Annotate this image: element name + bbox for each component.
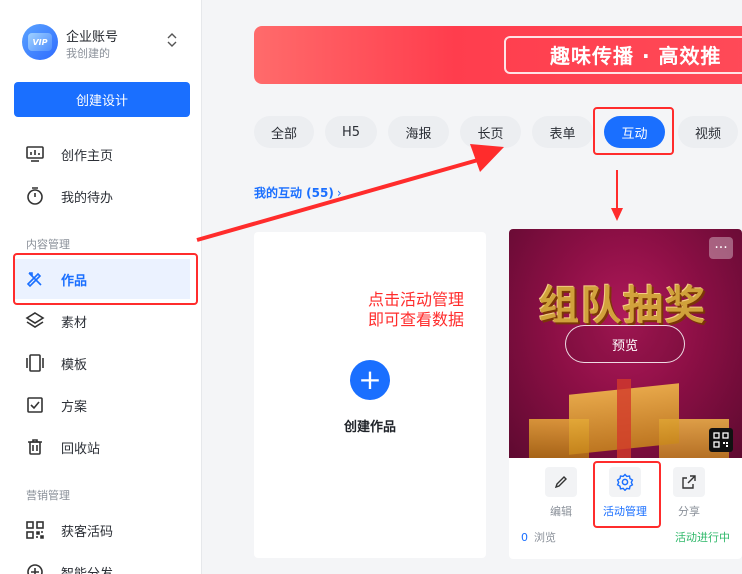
- sidebar: VIP 企业账号 我创建的 创建设计 创作主页 我的待办 内容管理 作品 素材 …: [0, 0, 202, 574]
- sidebar-item-label: 作品: [61, 273, 88, 289]
- cover-title: 组队抽奖: [539, 283, 707, 329]
- account-switcher[interactable]: VIP 企业账号 我创建的: [22, 24, 192, 62]
- sidebar-item-label: 获客活码: [61, 524, 114, 540]
- share-label: 分享: [678, 505, 700, 518]
- dashboard-icon: [24, 143, 46, 165]
- views-label: 浏览: [534, 531, 556, 544]
- qrcode-icon: [24, 519, 46, 541]
- promo-banner[interactable]: 趣味传播 · 高效推: [254, 26, 742, 84]
- timer-icon: [24, 185, 46, 207]
- app-root: VIP 企业账号 我创建的 创建设计 创作主页 我的待办 内容管理 作品 素材 …: [0, 0, 742, 574]
- ribbon-decoration: [617, 379, 631, 458]
- sidebar-item-label: 素材: [61, 315, 88, 331]
- edit-icon: [545, 467, 577, 497]
- sidebar-item-label: 创作主页: [61, 148, 114, 164]
- plus-icon[interactable]: +: [350, 360, 390, 400]
- activity-management-button[interactable]: 活动管理: [595, 467, 655, 519]
- template-icon: [24, 352, 46, 374]
- section-title-my-interactive[interactable]: 我的互动 (55) ›: [254, 184, 342, 201]
- arrow-head: [611, 208, 623, 221]
- settings-icon: [609, 467, 641, 497]
- sidebar-item-distribution[interactable]: 智能分发: [14, 552, 190, 574]
- tab-interactive[interactable]: 互动: [604, 116, 665, 148]
- sidebar-item-templates[interactable]: 模板: [14, 343, 190, 383]
- chevron-right-icon: ›: [336, 186, 342, 200]
- sidebar-item-lead-qrcode[interactable]: 获客活码: [14, 510, 190, 550]
- sidebar-item-label: 回收站: [61, 441, 101, 457]
- sidebar-item-trash[interactable]: 回收站: [14, 427, 190, 467]
- account-subtitle: 我创建的: [66, 47, 110, 60]
- pencil-ruler-icon: [24, 268, 46, 290]
- avatar: VIP: [22, 24, 58, 60]
- tab-all[interactable]: 全部: [254, 116, 314, 148]
- arrow-head: [470, 144, 504, 172]
- create-work-card[interactable]: + 创建作品: [254, 232, 486, 558]
- tab-video[interactable]: 视频: [678, 116, 738, 148]
- vip-badge: VIP: [28, 33, 52, 51]
- sidebar-item-home[interactable]: 创作主页: [14, 134, 190, 174]
- share-icon: [673, 467, 705, 497]
- activity-management-label: 活动管理: [603, 505, 647, 518]
- more-options-icon[interactable]: ···: [709, 237, 733, 259]
- checklist-icon: [24, 394, 46, 416]
- views-number: 0: [521, 531, 528, 544]
- chevron-updown-icon[interactable]: [166, 32, 178, 50]
- sidebar-item-works[interactable]: 作品: [14, 259, 190, 299]
- sidebar-item-label: 方案: [61, 399, 88, 415]
- tab-h5[interactable]: H5: [325, 116, 377, 148]
- edit-label: 编辑: [550, 505, 572, 518]
- account-name: 企业账号: [66, 30, 119, 45]
- section-label-marketing: 营销管理: [26, 489, 70, 502]
- section-label-content: 内容管理: [26, 238, 70, 251]
- work-card[interactable]: 组队抽奖 ··· 预览 编辑 活动管理 分享 0 浏览 活动进行中: [509, 229, 742, 559]
- sidebar-item-plans[interactable]: 方案: [14, 385, 190, 425]
- sidebar-item-label: 我的待办: [61, 190, 114, 206]
- status-badge: 活动进行中: [675, 531, 730, 544]
- section-title-text: 我的互动 (55): [254, 186, 334, 200]
- trash-icon: [24, 436, 46, 458]
- tab-longpage[interactable]: 长页: [460, 116, 521, 148]
- create-design-button[interactable]: 创建设计: [14, 82, 190, 117]
- sidebar-item-label: 模板: [61, 357, 88, 373]
- tab-form[interactable]: 表单: [532, 116, 593, 148]
- views-count: 0 浏览: [521, 529, 556, 545]
- banner-text: 趣味传播 · 高效推: [550, 44, 722, 68]
- share-button[interactable]: 分享: [659, 467, 719, 519]
- distribute-icon: [24, 561, 46, 574]
- qrcode-icon[interactable]: [709, 428, 733, 452]
- edit-button[interactable]: 编辑: [531, 467, 591, 519]
- create-work-label: 创建作品: [343, 420, 396, 435]
- work-cover[interactable]: 组队抽奖 ··· 预览: [509, 229, 742, 458]
- sidebar-item-materials[interactable]: 素材: [14, 301, 190, 341]
- layers-icon: [24, 310, 46, 332]
- annotation-text: 点击活动管理 即可查看数据: [368, 290, 465, 329]
- preview-button[interactable]: 预览: [565, 325, 685, 363]
- sidebar-item-label: 智能分发: [61, 566, 114, 574]
- tab-poster[interactable]: 海报: [388, 116, 449, 148]
- sidebar-item-todo[interactable]: 我的待办: [14, 176, 190, 216]
